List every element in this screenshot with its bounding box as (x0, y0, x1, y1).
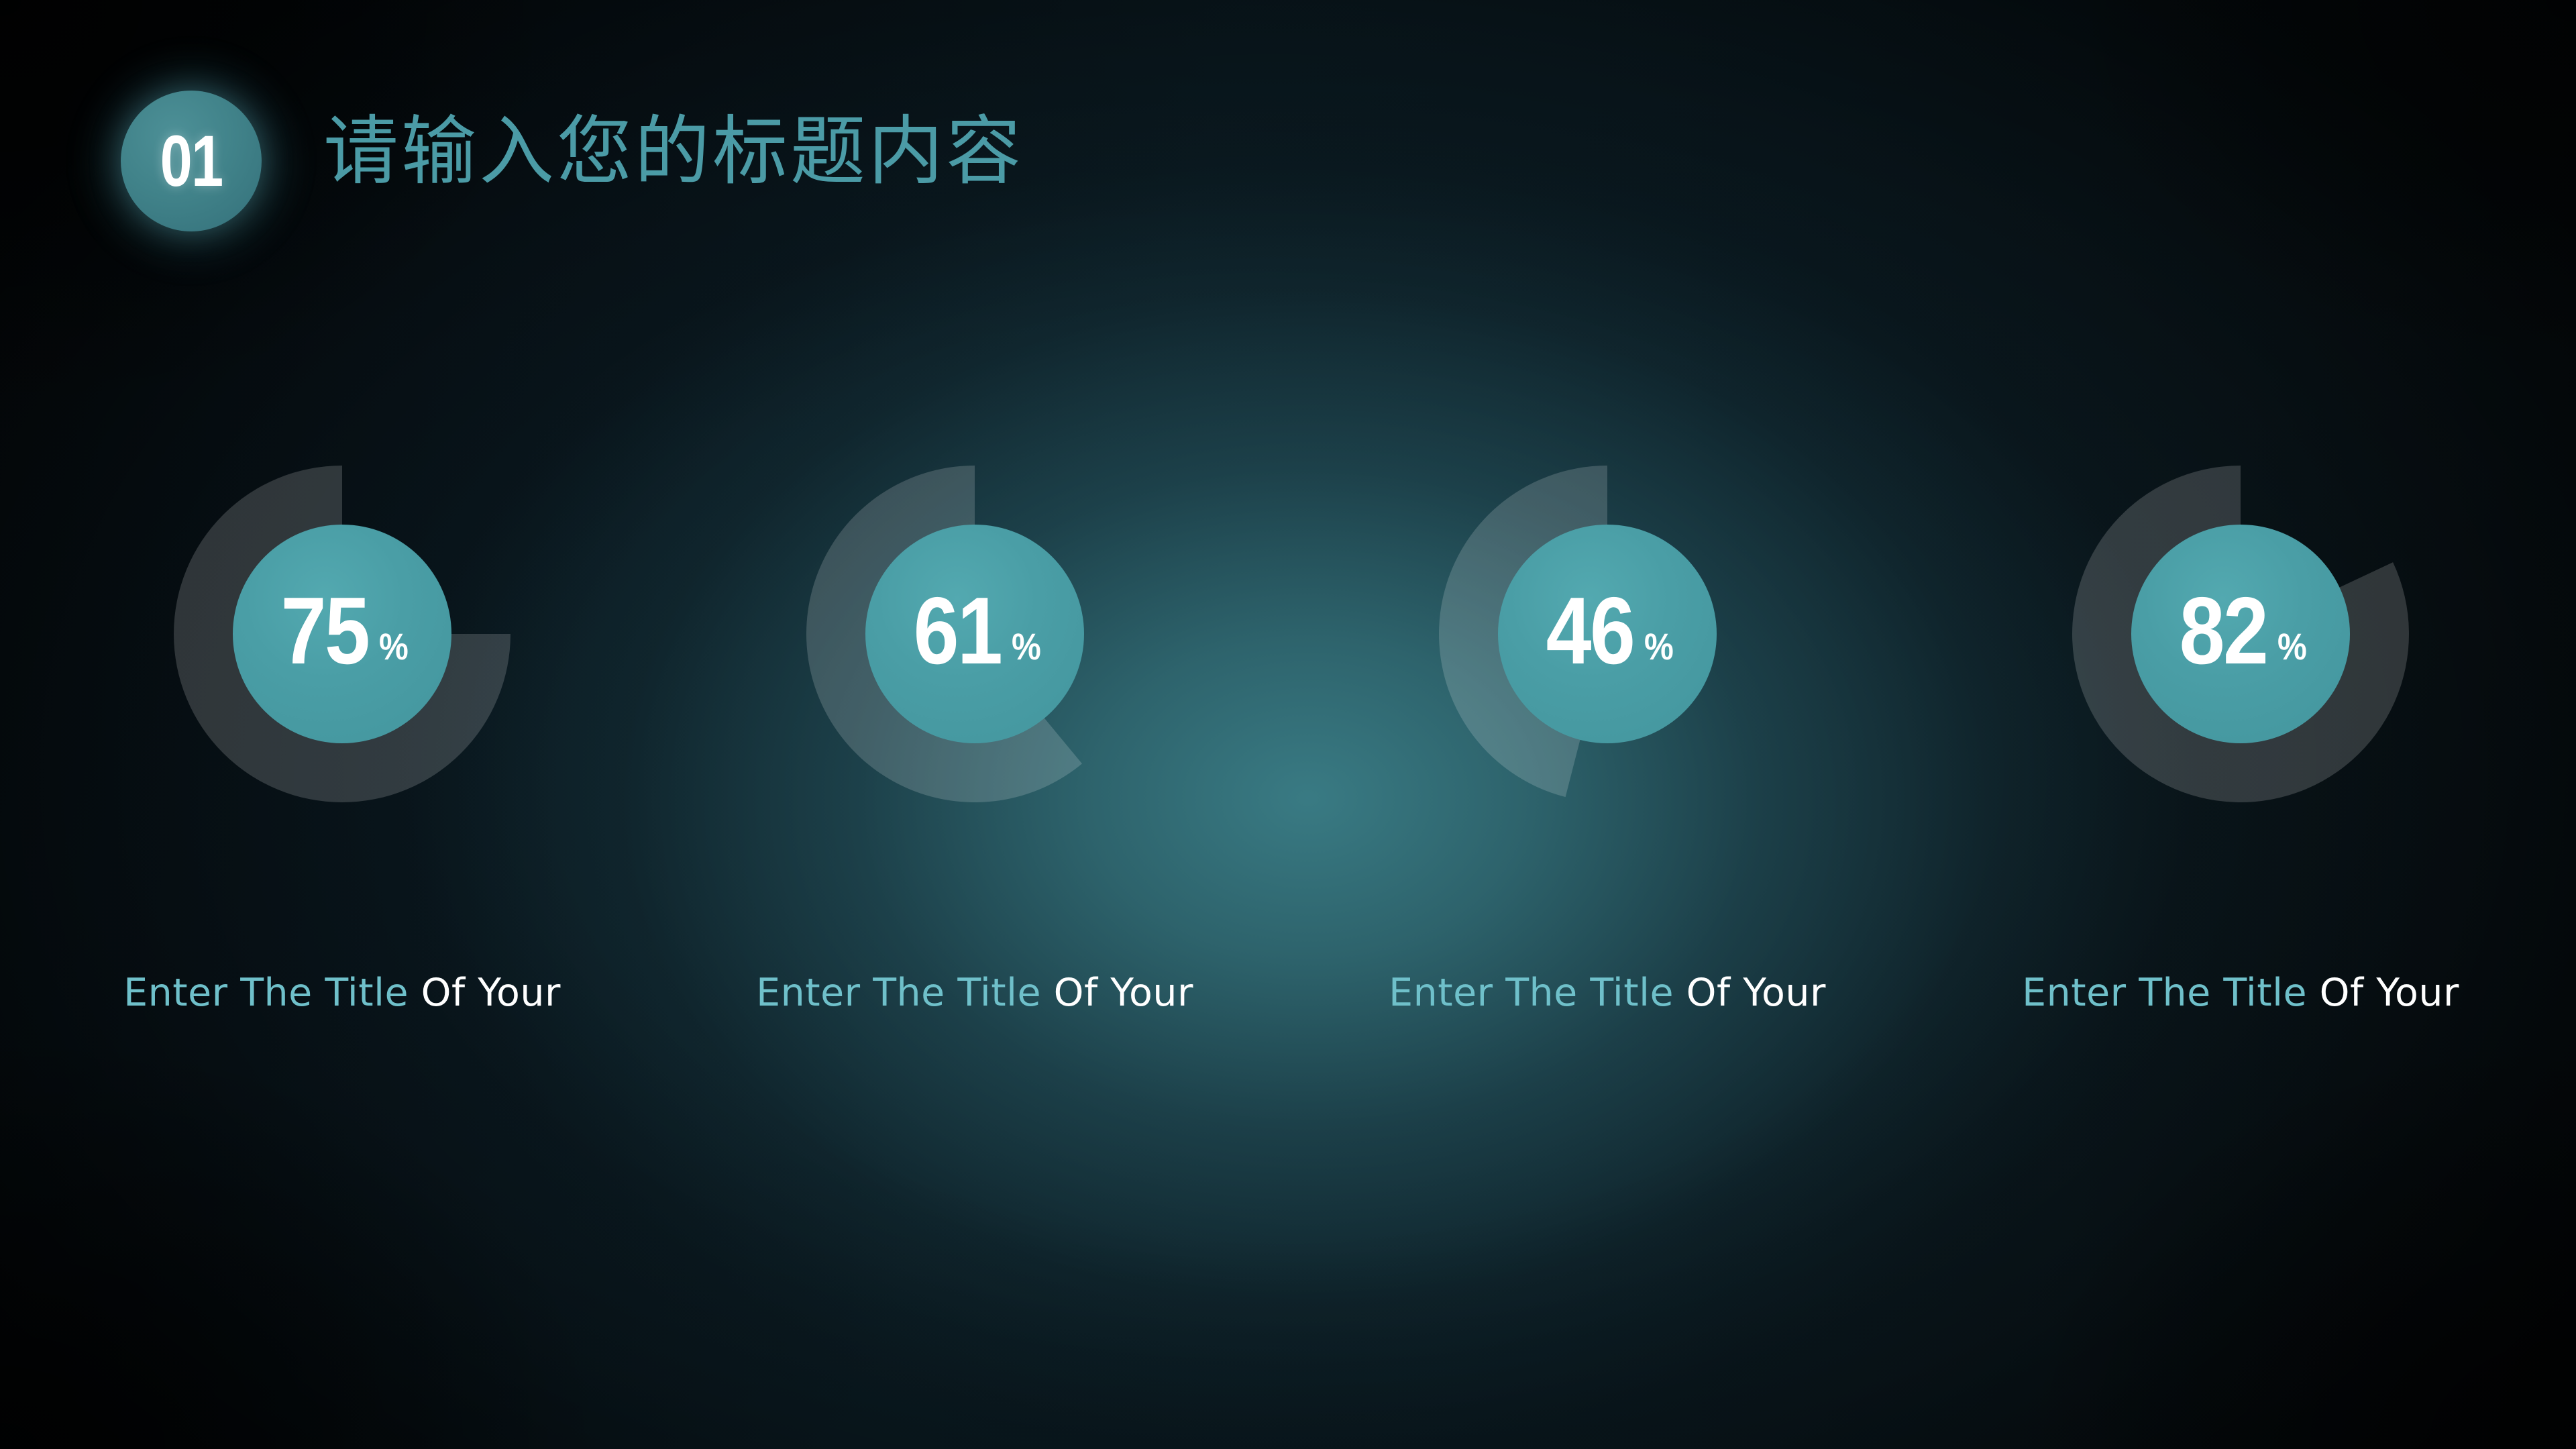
caption-primary: Enter The Title (2022, 971, 2308, 1015)
gauge-caption-4: Enter The Title Of Your (2022, 974, 2459, 1012)
gauge-caption-2: Enter The Title Of Your (756, 974, 1193, 1012)
gauge-caption-1: Enter The Title Of Your (123, 974, 561, 1012)
caption-secondary: Of Your (421, 971, 561, 1015)
caption-secondary: Of Your (1686, 971, 1826, 1015)
caption-primary: Enter The Title (1389, 971, 1674, 1015)
slide-canvas: 01 请输入您的标题内容 75% 61% 46% 82% Enter The Titl… (0, 0, 2576, 1449)
caption-primary: Enter The Title (756, 971, 1042, 1015)
gauge-caption-3: Enter The Title Of Your (1389, 974, 1826, 1012)
caption-secondary: Of Your (2319, 971, 2459, 1015)
caption-row: Enter The Title Of Your Enter The Title O… (0, 0, 2576, 1449)
caption-secondary: Of Your (1053, 971, 1193, 1015)
caption-primary: Enter The Title (123, 971, 409, 1015)
